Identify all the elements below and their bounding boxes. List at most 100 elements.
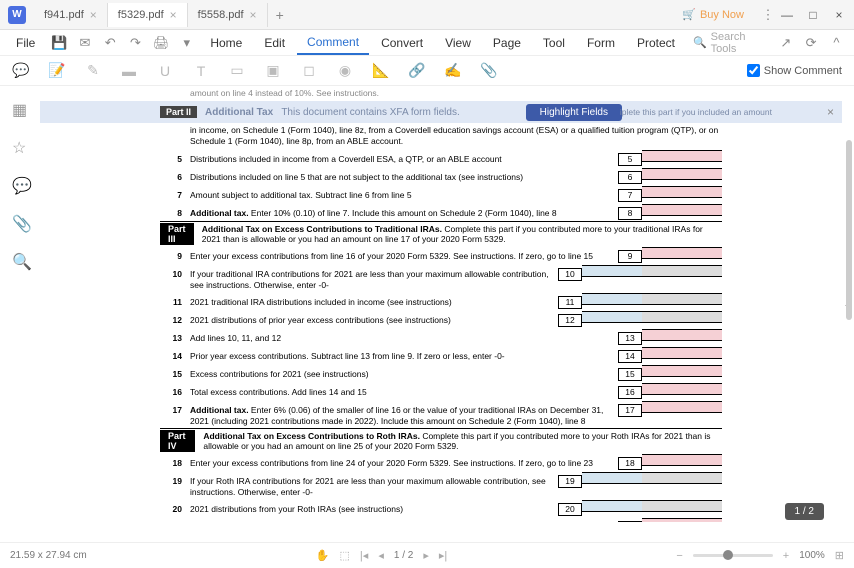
menu-tool[interactable]: Tool	[533, 32, 575, 54]
form-field[interactable]	[642, 186, 722, 198]
form-field[interactable]	[642, 347, 722, 359]
form-field[interactable]	[642, 401, 722, 413]
comment-icon[interactable]: 💬	[12, 62, 30, 80]
buy-now-button[interactable]: 🛒Buy Now	[682, 8, 744, 21]
measure-icon[interactable]: 📐	[372, 62, 390, 80]
minimize-button[interactable]: —	[780, 8, 794, 22]
zoom-in-icon[interactable]: +	[783, 550, 789, 562]
stamp-icon[interactable]: ◉	[336, 62, 354, 80]
sign-icon[interactable]: ✍	[444, 62, 462, 80]
menu-form[interactable]: Form	[577, 32, 625, 54]
form-line: 6Distributions included on line 5 that a…	[160, 167, 722, 185]
menu-view[interactable]: View	[435, 32, 481, 54]
sync-icon[interactable]: ⟳	[804, 35, 819, 51]
pre-line: in income, on Schedule 1 (Form 1040), li…	[160, 123, 722, 149]
app-icon: W	[8, 6, 26, 24]
banner-close-icon[interactable]: ×	[827, 105, 834, 119]
form-field[interactable]	[642, 518, 722, 522]
close-button[interactable]: ×	[832, 8, 846, 22]
search-icon[interactable]: 🔍	[12, 252, 28, 268]
form-field[interactable]	[642, 454, 722, 466]
attachments-icon[interactable]: 📎	[12, 214, 28, 230]
menu-convert[interactable]: Convert	[371, 32, 433, 54]
form-field[interactable]	[582, 265, 642, 277]
show-comment-toggle[interactable]: Show Comment	[747, 64, 842, 77]
first-page-icon[interactable]: |◂	[360, 549, 368, 562]
form-field[interactable]	[582, 472, 642, 484]
prev-page-icon[interactable]: ◂	[378, 549, 384, 562]
close-icon[interactable]: ×	[170, 8, 177, 22]
print-icon[interactable]: 🖨	[153, 35, 169, 51]
zoom-out-icon[interactable]: −	[676, 550, 682, 562]
statusbar: 21.59 x 27.94 cm ✋ ⬚ |◂ ◂ 1 / 2 ▸ ▸| − +…	[0, 542, 854, 568]
page-input[interactable]: 1 / 2	[394, 550, 413, 561]
highlight-icon[interactable]: ▬	[120, 62, 138, 80]
form-field[interactable]	[642, 247, 722, 259]
shape-icon[interactable]: ◻	[300, 62, 318, 80]
highlight-fields-button[interactable]: Highlight Fields	[526, 104, 622, 121]
file-menu[interactable]: File	[6, 32, 45, 54]
tab-0[interactable]: f941.pdf×	[34, 3, 108, 27]
dropdown-icon[interactable]: ▾	[179, 35, 194, 51]
show-comment-checkbox[interactable]	[747, 64, 760, 77]
external-icon[interactable]: ↗	[778, 35, 793, 51]
form-field[interactable]	[642, 329, 722, 341]
form-field[interactable]	[642, 383, 722, 395]
attach-icon[interactable]: 📎	[480, 62, 498, 80]
form-field[interactable]	[582, 311, 642, 323]
tab-2[interactable]: f5558.pdf×	[188, 3, 268, 27]
zoom-level[interactable]: 100%	[799, 550, 825, 561]
maximize-button[interactable]: □	[806, 8, 820, 22]
zoom-slider[interactable]	[693, 554, 773, 557]
form-line: 21Add lines 19 and 2021	[160, 517, 722, 522]
form-field[interactable]	[642, 365, 722, 377]
menu-home[interactable]: Home	[200, 32, 252, 54]
close-icon[interactable]: ×	[250, 8, 257, 22]
mail-icon[interactable]: ✉	[77, 35, 92, 51]
area-icon[interactable]: ▣	[264, 62, 282, 80]
form-line: 16Total excess contributions. Add lines …	[160, 382, 722, 400]
scrollbar[interactable]	[846, 140, 852, 320]
save-icon[interactable]: 💾	[51, 35, 67, 51]
add-tab-button[interactable]: +	[268, 7, 292, 23]
search-tools[interactable]: 🔍Search Tools	[693, 31, 770, 55]
next-page-icon[interactable]: ▸	[423, 549, 429, 562]
form-line: 5Distributions included in income from a…	[160, 149, 722, 167]
tab-1[interactable]: f5329.pdf×	[108, 3, 188, 27]
pencil-icon[interactable]: ✎	[84, 62, 102, 80]
form-line: 122021 distributions of prior year exces…	[160, 310, 722, 328]
note-icon[interactable]: 📝	[48, 62, 66, 80]
form-line: 202021 distributions from your Roth IRAs…	[160, 499, 722, 517]
form-field[interactable]	[582, 500, 642, 512]
undo-icon[interactable]: ↶	[103, 35, 118, 51]
thumbnails-icon[interactable]: ▦	[12, 100, 28, 116]
form-line: 18Enter your excess contributions from l…	[160, 453, 722, 471]
comments-icon[interactable]: 💬	[12, 176, 28, 192]
menu-protect[interactable]: Protect	[627, 32, 685, 54]
menu-edit[interactable]: Edit	[254, 32, 295, 54]
select-icon[interactable]: ⬚	[340, 549, 350, 562]
close-icon[interactable]: ×	[90, 8, 97, 22]
underline-icon[interactable]: U	[156, 62, 174, 80]
cart-icon: 🛒	[682, 8, 696, 21]
menu-icon[interactable]: ⋮	[760, 7, 776, 23]
form-line: 15Excess contributions for 2021 (see ins…	[160, 364, 722, 382]
hand-icon[interactable]: ✋	[316, 549, 330, 562]
document-content[interactable]: amount on line 4 instead of 10%. See ins…	[40, 86, 842, 522]
form-field[interactable]	[642, 204, 722, 216]
pre-line: amount on line 4 instead of 10%. See ins…	[40, 86, 842, 101]
fit-icon[interactable]: ⊞	[835, 549, 844, 562]
link-icon[interactable]: 🔗	[408, 62, 426, 80]
form-field[interactable]	[642, 168, 722, 180]
last-page-icon[interactable]: ▸|	[439, 549, 447, 562]
bookmark-icon[interactable]: ☆	[12, 138, 28, 154]
redo-icon[interactable]: ↷	[128, 35, 143, 51]
search-icon: 🔍	[693, 36, 707, 49]
form-field[interactable]	[642, 150, 722, 162]
textbox-icon[interactable]: ▭	[228, 62, 246, 80]
collapse-icon[interactable]: ^	[829, 35, 844, 51]
form-field[interactable]	[582, 293, 642, 305]
menu-comment[interactable]: Comment	[297, 31, 369, 55]
menu-page[interactable]: Page	[483, 32, 531, 54]
text-icon[interactable]: T	[192, 62, 210, 80]
